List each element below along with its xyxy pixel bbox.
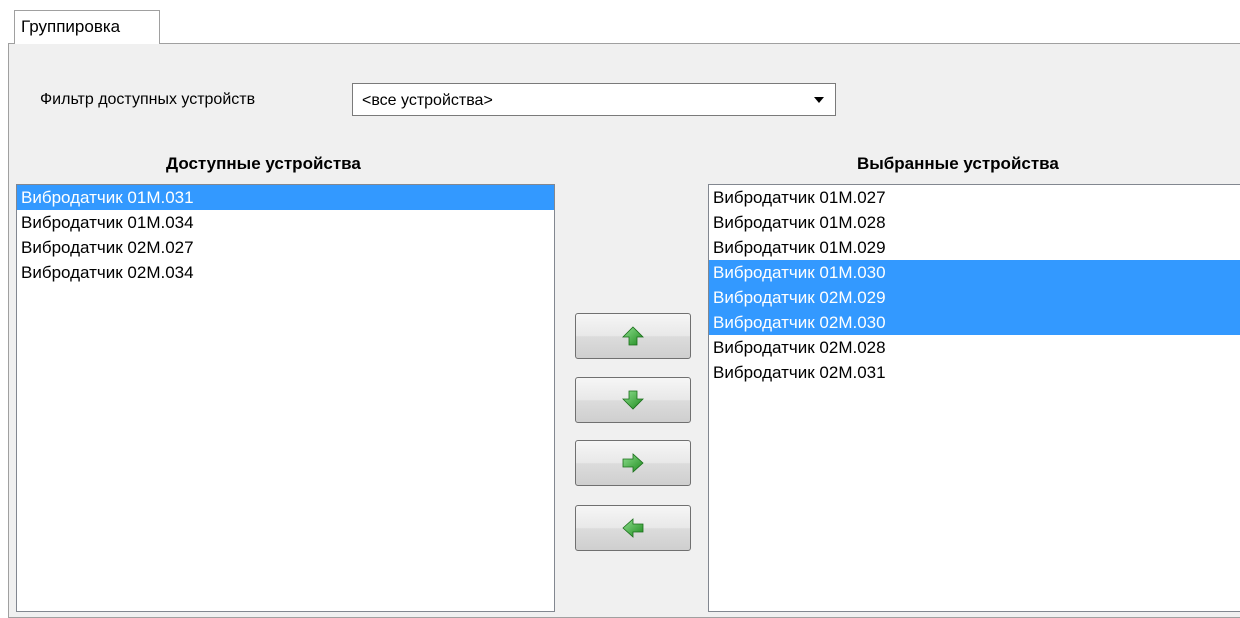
list-item[interactable]: Вибродатчик 01M.029 (709, 235, 1240, 260)
list-item[interactable]: Вибродатчик 02M.027 (17, 235, 554, 260)
available-devices-list[interactable]: Вибродатчик 01M.031 Вибродатчик 01M.034 Ви… (16, 184, 555, 612)
arrow-left-icon (622, 518, 644, 538)
available-devices-heading: Доступные устройства (166, 154, 361, 173)
device-filter-value: <все устройства> (362, 92, 493, 109)
arrow-right-icon (622, 453, 644, 473)
tab-grouping-label: Группировка (21, 17, 121, 36)
tab-grouping[interactable]: Группировка (14, 10, 160, 44)
selected-devices-heading: Выбранные устройства (857, 154, 1059, 173)
list-item[interactable]: Вибродатчик 02M.030 (709, 310, 1240, 335)
move-up-button[interactable] (575, 313, 691, 359)
list-item[interactable]: Вибродатчик 01M.031 (17, 185, 554, 210)
list-item[interactable]: Вибродатчик 02M.028 (709, 335, 1240, 360)
move-down-button[interactable] (575, 377, 691, 423)
device-filter-dropdown[interactable]: <все устройства> (352, 83, 836, 116)
add-to-selected-button[interactable] (575, 440, 691, 486)
chevron-down-icon[interactable] (814, 97, 824, 103)
list-item[interactable]: Вибродатчик 02M.031 (709, 360, 1240, 385)
list-item[interactable]: Вибродатчик 02M.034 (17, 260, 554, 285)
list-item[interactable]: Вибродатчик 01M.030 (709, 260, 1240, 285)
selected-devices-list[interactable]: Вибродатчик 01M.027 Вибродатчик 01M.028 Ви… (708, 184, 1240, 612)
list-item[interactable]: Вибродатчик 01M.027 (709, 185, 1240, 210)
list-item[interactable]: Вибродатчик 01M.028 (709, 210, 1240, 235)
filter-label: Фильтр доступных устройств (40, 91, 256, 108)
arrow-up-icon (622, 326, 644, 346)
list-item[interactable]: Вибродатчик 01M.034 (17, 210, 554, 235)
remove-from-selected-button[interactable] (575, 505, 691, 551)
arrow-down-icon (622, 390, 644, 410)
list-item[interactable]: Вибродатчик 02M.029 (709, 285, 1240, 310)
